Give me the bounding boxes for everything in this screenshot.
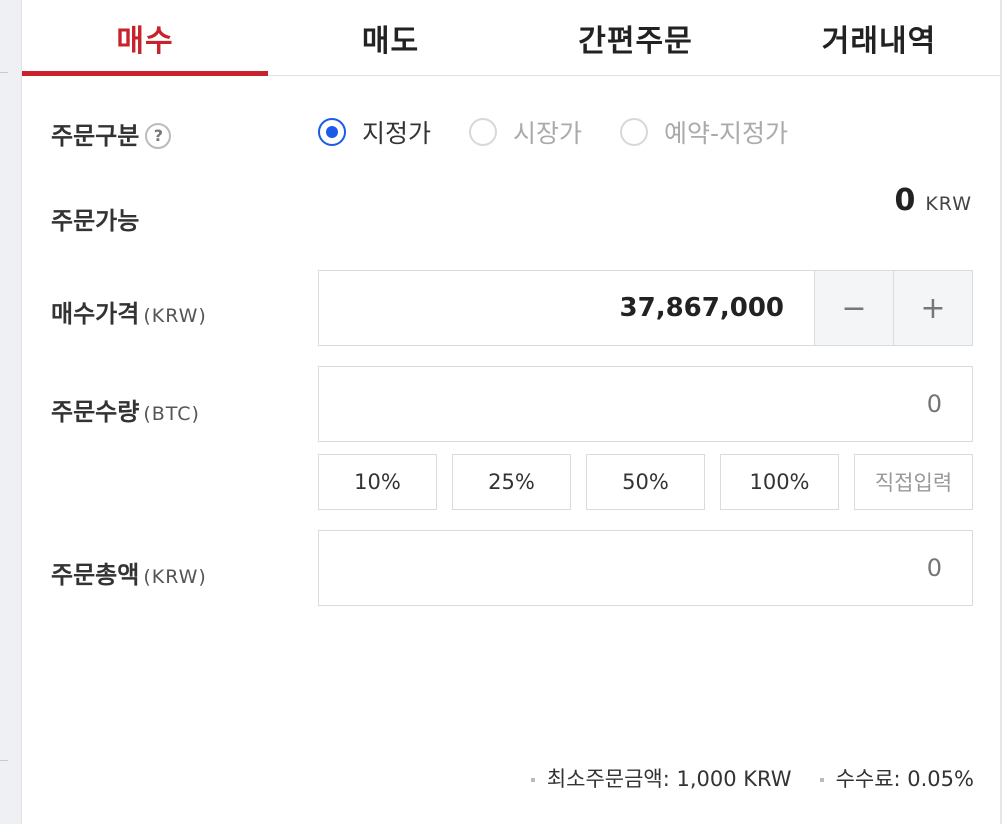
order-panel: 매수 매도 간편주문 거래내역 주문구분? 지정가 시장가 예약-지정가 주문가…	[0, 0, 1002, 824]
minus-icon: −	[841, 290, 867, 326]
available-amount: 0 KRW	[894, 183, 972, 218]
available-currency: KRW	[925, 193, 972, 215]
order-info-footer: 최소주문금액: 1,000 KRW 수수료: 0.05%	[530, 763, 974, 793]
help-icon[interactable]: ?	[145, 123, 172, 149]
bullet-icon	[819, 778, 824, 782]
tab-history[interactable]: 거래내역	[758, 0, 1000, 75]
radio-market[interactable]: 시장가	[469, 114, 582, 150]
price-input[interactable]	[319, 271, 814, 345]
percent-50-button[interactable]: 50%	[586, 454, 705, 510]
radio-market-label: 시장가	[513, 119, 583, 148]
min-order-info: 최소주문금액: 1,000 KRW	[530, 763, 792, 793]
quantity-unit: (BTC)	[143, 403, 200, 425]
available-label: 주문가능	[51, 207, 140, 235]
total-label: 주문총액	[51, 561, 140, 589]
order-type-radio-group: 지정가 시장가 예약-지정가	[318, 112, 826, 152]
min-order-text: 최소주문금액: 1,000 KRW	[546, 767, 792, 791]
total-input[interactable]	[319, 531, 972, 605]
order-tabs: 매수 매도 간편주문 거래내역	[22, 0, 1000, 76]
price-label: 매수가격	[51, 300, 140, 328]
radio-unchecked-icon	[620, 118, 649, 146]
radio-unchecked-icon	[469, 118, 498, 146]
percent-100-button[interactable]: 100%	[720, 454, 839, 510]
plus-icon: +	[920, 290, 946, 326]
bullet-icon	[530, 778, 535, 782]
tab-buy[interactable]: 매수	[22, 0, 268, 76]
price-field: − +	[318, 270, 973, 346]
price-decrease-button[interactable]: −	[814, 271, 893, 345]
left-rail	[0, 0, 22, 824]
price-row-label: 매수가격 (KRW)	[51, 294, 207, 329]
radio-checked-icon	[318, 118, 346, 146]
radio-reserved-limit-label: 예약-지정가	[664, 119, 789, 148]
direct-input-button[interactable]: 직접입력	[854, 454, 973, 510]
available-value: 0	[894, 183, 916, 218]
order-type-row-label: 주문구분?	[51, 116, 172, 151]
radio-limit[interactable]: 지정가	[318, 114, 431, 150]
tab-sell[interactable]: 매도	[268, 0, 513, 75]
quantity-input[interactable]	[319, 367, 972, 441]
tab-simple-order[interactable]: 간편주문	[513, 0, 758, 75]
price-unit: (KRW)	[143, 305, 207, 327]
price-increase-button[interactable]: +	[893, 271, 972, 345]
radio-reserved-limit[interactable]: 예약-지정가	[620, 114, 788, 150]
total-row-label: 주문총액 (KRW)	[51, 555, 207, 590]
quantity-row-label: 주문수량 (BTC)	[51, 392, 200, 427]
total-field	[318, 530, 973, 606]
radio-limit-label: 지정가	[362, 119, 432, 148]
fee-text: 수수료: 0.05%	[835, 767, 974, 791]
total-unit: (KRW)	[143, 566, 207, 588]
fee-info: 수수료: 0.05%	[792, 763, 974, 793]
quantity-label: 주문수량	[51, 398, 140, 426]
percent-25-button[interactable]: 25%	[452, 454, 571, 510]
rail-tick	[0, 72, 8, 73]
order-type-label: 주문구분	[51, 122, 140, 150]
percent-10-button[interactable]: 10%	[318, 454, 437, 510]
quantity-field	[318, 366, 973, 442]
rail-tick	[0, 760, 8, 761]
